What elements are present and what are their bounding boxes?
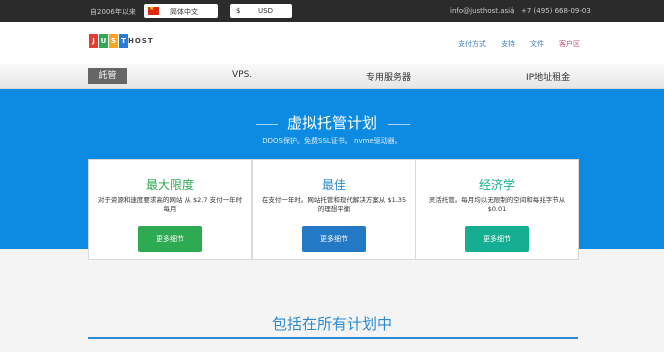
currency-select[interactable]: $ USD	[230, 4, 292, 18]
plan-card-optimal: 最佳 在支付一年时。网站托管和现代解决方案从 $1.35的理想平衡 更多细节	[252, 159, 416, 260]
plan-description: 在支付一年时。网站托管和现代解决方案从 $1.35的理想平衡	[261, 196, 407, 213]
header: J U S T HOST 支付方式 支持 文件 客户区	[0, 22, 664, 64]
nav-client-area-link[interactable]: 客户区	[559, 39, 580, 49]
hero-title: 虚拟托管计划	[286, 114, 377, 132]
language-select[interactable]: 简体中文	[144, 4, 218, 18]
included-underline	[88, 337, 578, 339]
title-right-line	[388, 124, 410, 125]
email-link[interactable]: info@justhost.asia	[450, 7, 514, 15]
included-title: 包括在所有计划中	[271, 315, 392, 333]
plan-title: 最大限度	[145, 178, 194, 192]
phone-link[interactable]: +7 (495) 668-09-03	[521, 7, 591, 15]
language-label: 简体中文	[170, 8, 198, 16]
plan-title: 最佳	[321, 178, 346, 192]
included-section: 包括在所有计划中	[0, 249, 664, 352]
plan-card-economy: 经济学 灵活托管。每月均以无限制的空间和每兆字节从 $0.01 更多细节	[415, 159, 579, 260]
since-text: 自2006年以来	[90, 8, 136, 16]
menu-item-hosting[interactable]: 託管	[88, 68, 127, 84]
menu-item-ip-rental[interactable]: IP地址租金	[526, 70, 570, 83]
china-flag-icon	[148, 5, 159, 15]
plan-title: 经济学	[478, 178, 515, 192]
plan-description: 灵活托管。每月均以无限制的空间和每兆字节从 $0.01	[428, 196, 566, 213]
menu-item-vps[interactable]: VPS.	[232, 70, 252, 80]
more-details-button[interactable]: 更多细节	[138, 226, 202, 252]
currency-label: USD	[258, 7, 273, 15]
top-bar: 自2006年以来 简体中文 $ USD info@justhost.asia |…	[0, 0, 664, 22]
nav-docs-link[interactable]: 文件	[530, 39, 544, 49]
logo-text: HOST	[128, 37, 154, 45]
more-details-button[interactable]: 更多细节	[465, 226, 529, 252]
plan-description: 对于资源和速度要求高的网站 从 $2.7 支付一年时每月	[97, 196, 243, 213]
nav-support-link[interactable]: 支持	[501, 39, 515, 49]
main-menu: 託管 VPS. 专用服务器 IP地址租金	[0, 64, 664, 89]
plan-card-max: 最大限度 对于资源和速度要求高的网站 从 $2.7 支付一年时每月 更多细节	[88, 159, 252, 260]
separator: |	[511, 6, 514, 14]
nav-payment-link[interactable]: 支付方式	[458, 39, 486, 49]
hero-subtitle: DDOS保护。免费SSL证书。 nvme驱动器。	[262, 137, 402, 145]
logo-letter-j: J	[89, 34, 98, 48]
logo-letter-t: T	[119, 34, 128, 48]
currency-symbol: $	[236, 7, 241, 15]
more-details-button[interactable]: 更多细节	[302, 226, 366, 252]
menu-item-dedicated[interactable]: 专用服务器	[366, 70, 411, 83]
logo-letter-s: S	[109, 34, 118, 48]
logo-letter-u: U	[99, 34, 108, 48]
